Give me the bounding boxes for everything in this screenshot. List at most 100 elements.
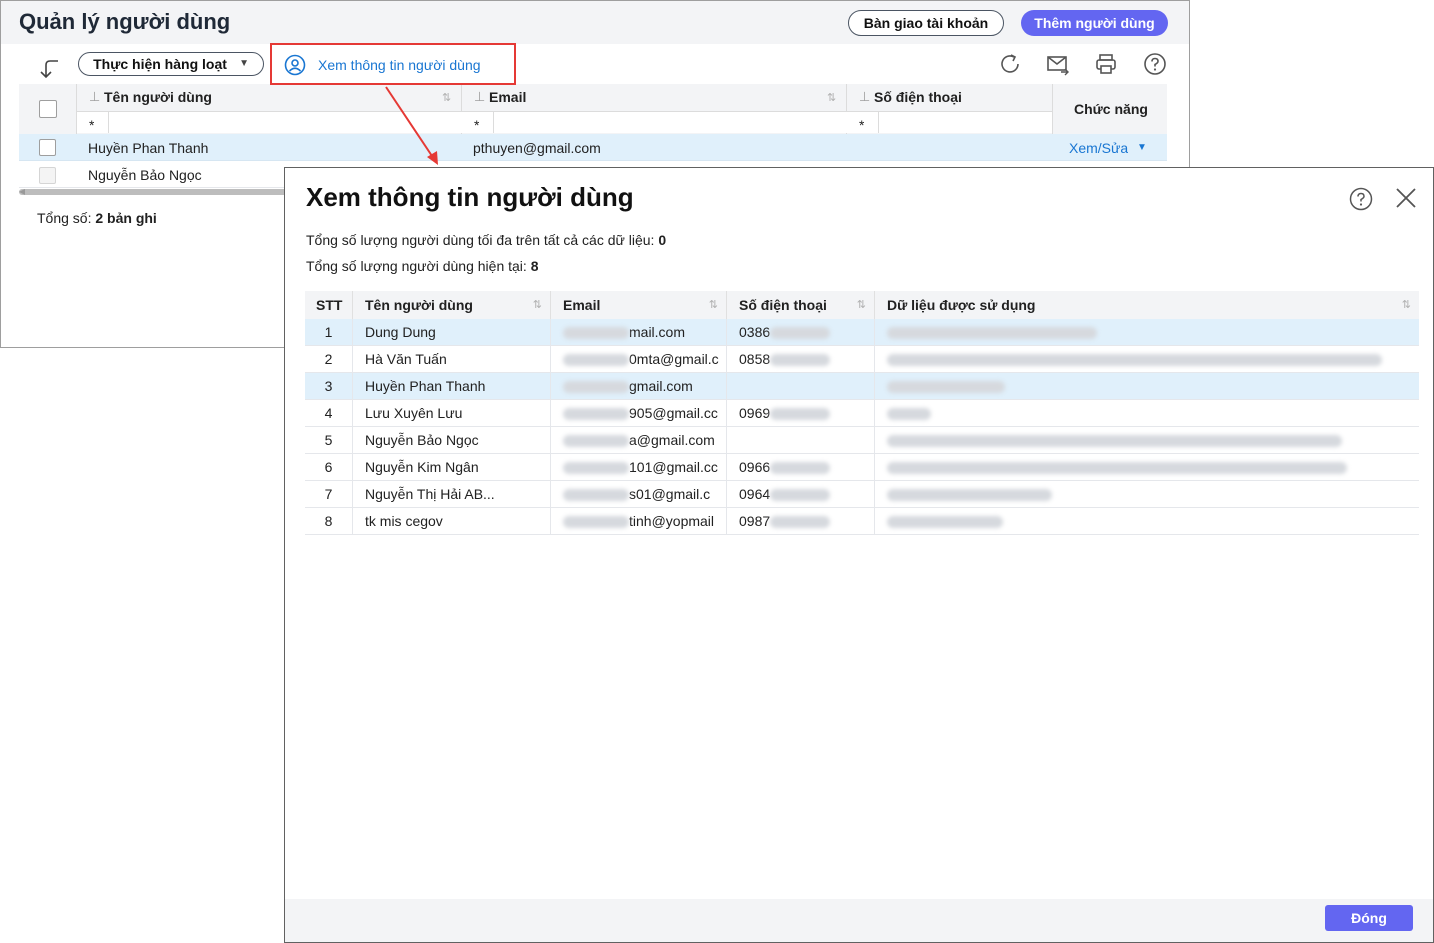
table-row[interactable]: 7 Nguyễn Thị Hải AB... s01@gmail.c 0964 bbox=[305, 481, 1419, 508]
row-phone bbox=[727, 427, 875, 454]
row-phone-text: 0386 bbox=[739, 324, 771, 340]
close-icon[interactable] bbox=[1395, 187, 1417, 209]
row-email: tinh@yopmail bbox=[551, 508, 727, 535]
chevron-down-icon[interactable]: ▼ bbox=[1137, 142, 1147, 153]
filter-operator[interactable]: * bbox=[89, 117, 94, 133]
blurred-text bbox=[563, 354, 629, 367]
row-phone: 0964 bbox=[727, 481, 875, 508]
help-icon[interactable] bbox=[1143, 52, 1167, 76]
column-divider bbox=[1052, 84, 1053, 134]
blurred-text bbox=[887, 354, 1382, 367]
table-row[interactable]: 8 tk mis cegov tinh@yopmail 0987 bbox=[305, 508, 1419, 535]
help-icon[interactable] bbox=[1349, 187, 1373, 211]
row-email-text: gmail.com bbox=[629, 378, 693, 394]
row-email-text: tinh@yopmail bbox=[629, 513, 715, 529]
page-title: Quản lý người dùng bbox=[19, 9, 231, 34]
row-phone-text: 0987 bbox=[739, 513, 771, 529]
sort-icon[interactable]: ⇅ bbox=[709, 291, 718, 319]
column-header-name-label: Tên người dùng bbox=[365, 297, 473, 313]
row-data bbox=[875, 373, 1419, 400]
row-stt: 7 bbox=[305, 481, 353, 508]
row-checkbox[interactable] bbox=[39, 139, 56, 156]
blurred-text bbox=[563, 516, 629, 529]
row-stt: 3 bbox=[305, 373, 353, 400]
add-user-button[interactable]: Thêm người dùng bbox=[1021, 10, 1168, 36]
bulk-action-label: Thực hiện hàng loạt bbox=[93, 56, 227, 72]
row-name: Nguyễn Bảo Ngọc bbox=[353, 427, 551, 454]
column-header-function: Chức năng bbox=[1074, 101, 1148, 117]
refresh-icon[interactable] bbox=[998, 52, 1022, 76]
undo-arrow-icon[interactable] bbox=[38, 57, 62, 81]
sort-icon[interactable]: ⇅ bbox=[533, 291, 542, 319]
sort-icon[interactable]: ⇅ bbox=[857, 291, 866, 319]
row-stt: 1 bbox=[305, 319, 353, 346]
column-header-stt[interactable]: STT bbox=[305, 291, 353, 319]
table-row[interactable]: 3 Huyền Phan Thanh gmail.com bbox=[305, 373, 1419, 400]
filter-operator[interactable]: * bbox=[474, 117, 479, 133]
table-row[interactable]: 5 Nguyễn Bảo Ngọc a@gmail.com bbox=[305, 427, 1419, 454]
blurred-text bbox=[563, 489, 629, 502]
row-email-text: 905@gmail.cc bbox=[629, 405, 718, 421]
row-phone: 0969 bbox=[727, 400, 875, 427]
blurred-text bbox=[770, 354, 831, 367]
scroll-left-icon[interactable]: ◀ bbox=[19, 187, 25, 196]
column-header-email[interactable]: Email ⇅ bbox=[551, 291, 727, 319]
filter-phone-input[interactable] bbox=[878, 111, 1052, 133]
user-info-dialog: Xem thông tin người dùng Tổng số lượng n… bbox=[284, 167, 1434, 943]
row-name: Hà Văn Tuấn bbox=[353, 346, 551, 373]
blurred-text bbox=[563, 408, 629, 421]
send-mail-icon[interactable] bbox=[1046, 52, 1070, 76]
row-data bbox=[875, 427, 1419, 454]
highlight-box bbox=[270, 43, 516, 85]
annotation-arrow-icon bbox=[385, 86, 438, 165]
filter-operator[interactable]: * bbox=[859, 117, 864, 133]
blurred-text bbox=[563, 381, 629, 394]
sort-icon[interactable]: ⇅ bbox=[1402, 291, 1411, 319]
max-users-text: Tổng số lượng người dùng tối đa trên tất… bbox=[306, 232, 666, 248]
row-name: Lưu Xuyên Lưu bbox=[353, 400, 551, 427]
select-all-checkbox[interactable] bbox=[39, 100, 57, 118]
column-header-name[interactable]: Tên người dùng ⇅ bbox=[353, 291, 551, 319]
column-header-phone[interactable]: Số điện thoại bbox=[874, 89, 962, 105]
table-row[interactable]: 6 Nguyễn Kim Ngân 101@gmail.cc 0966 bbox=[305, 454, 1419, 481]
row-email-text: 0mta@gmail.c bbox=[629, 351, 719, 367]
pin-icon[interactable]: ⊥ bbox=[859, 89, 870, 105]
column-header-email[interactable]: Email bbox=[489, 89, 526, 105]
column-header-name[interactable]: Tên người dùng bbox=[104, 89, 212, 105]
blurred-text bbox=[563, 462, 629, 475]
row-name: Nguyễn Thị Hải AB... bbox=[353, 481, 551, 508]
column-header-data[interactable]: Dữ liệu được sử dụng ⇅ bbox=[875, 291, 1419, 319]
edit-link[interactable]: Xem/Sửa bbox=[1069, 140, 1128, 156]
table-row[interactable]: 4 Lưu Xuyên Lưu 905@gmail.cc 0969 bbox=[305, 400, 1419, 427]
row-email-text: s01@gmail.c bbox=[629, 486, 711, 502]
horizontal-scrollbar[interactable] bbox=[19, 189, 289, 195]
table-row[interactable]: 2 Hà Văn Tuấn 0mta@gmail.c 0858 bbox=[305, 346, 1419, 373]
close-button[interactable]: Đóng bbox=[1325, 905, 1413, 931]
total-label: Tổng số: bbox=[37, 210, 92, 226]
blurred-text bbox=[887, 327, 1097, 340]
row-name: tk mis cegov bbox=[353, 508, 551, 535]
pin-icon[interactable]: ⊥ bbox=[89, 89, 100, 105]
bulk-action-button[interactable]: Thực hiện hàng loạt ▼ bbox=[78, 52, 264, 76]
print-icon[interactable] bbox=[1094, 52, 1118, 76]
pin-icon[interactable]: ⊥ bbox=[474, 89, 485, 105]
row-checkbox[interactable] bbox=[39, 167, 56, 184]
row-email: 0mta@gmail.c bbox=[551, 346, 727, 373]
row-data bbox=[875, 400, 1419, 427]
filter-email-input[interactable] bbox=[493, 111, 846, 133]
row-phone-text: 0969 bbox=[739, 405, 771, 421]
sort-icon[interactable]: ⇅ bbox=[827, 91, 836, 104]
row-name: Huyền Phan Thanh bbox=[353, 373, 551, 400]
max-users-label: Tổng số lượng người dùng tối đa trên tất… bbox=[306, 232, 655, 248]
row-phone: 0858 bbox=[727, 346, 875, 373]
dialog-title: Xem thông tin người dùng bbox=[306, 182, 634, 212]
row-phone-text: 0964 bbox=[739, 486, 771, 502]
table-row[interactable]: 1 Dung Dung mail.com 0386 bbox=[305, 319, 1419, 346]
chevron-down-icon: ▼ bbox=[239, 58, 249, 69]
blurred-text bbox=[887, 489, 1052, 502]
column-header-phone[interactable]: Số điện thoại ⇅ bbox=[727, 291, 875, 319]
row-email: 101@gmail.cc bbox=[551, 454, 727, 481]
handover-account-button[interactable]: Bàn giao tài khoản bbox=[848, 10, 1004, 36]
row-email-text: a@gmail.com bbox=[629, 432, 715, 448]
blurred-text bbox=[770, 489, 831, 502]
